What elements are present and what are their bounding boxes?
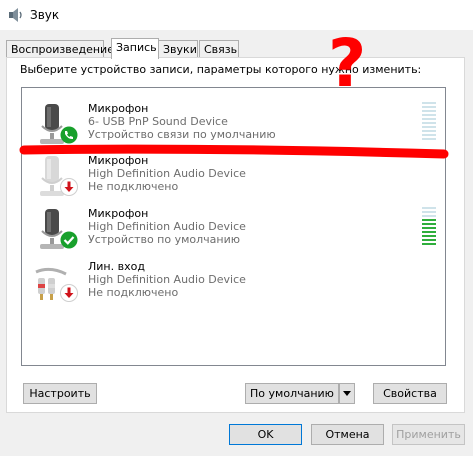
window-title: Звук bbox=[30, 8, 60, 22]
device-name: Микрофон bbox=[88, 154, 149, 167]
level-meter bbox=[422, 102, 436, 142]
device-name: Микрофон bbox=[88, 102, 149, 115]
tab-recording[interactable]: Запись bbox=[111, 38, 159, 59]
device-description: High Definition Audio Device bbox=[88, 167, 246, 180]
device-status: Устройство по умолчанию bbox=[88, 233, 241, 246]
down-arrow-badge-icon bbox=[60, 284, 78, 302]
apply-button[interactable]: Применить bbox=[392, 424, 465, 445]
device-description: High Definition Audio Device bbox=[88, 220, 246, 233]
set-default-button[interactable]: По умолчанию bbox=[245, 383, 339, 404]
device-name: Лин. вход bbox=[88, 260, 145, 273]
tab-communications[interactable]: Связь bbox=[199, 40, 239, 58]
cancel-button[interactable]: Отмена bbox=[311, 424, 384, 445]
tab-playback[interactable]: Воспроизведение bbox=[6, 40, 114, 58]
down-arrow-badge-icon bbox=[60, 178, 78, 196]
list-item[interactable]: Микрофон High Definition Audio Device Не… bbox=[22, 150, 445, 202]
title-bar: Звук bbox=[0, 0, 473, 30]
list-item[interactable]: Лин. вход High Definition Audio Device Н… bbox=[22, 256, 445, 308]
speaker-icon bbox=[9, 8, 22, 22]
phone-badge-icon bbox=[60, 126, 78, 144]
device-name: Микрофон bbox=[88, 207, 149, 220]
set-default-dropdown[interactable] bbox=[339, 383, 355, 404]
device-list[interactable]: Микрофон 6- USB PnP Sound Device Устройс… bbox=[21, 87, 446, 366]
chevron-down-icon bbox=[343, 391, 351, 396]
level-meter bbox=[422, 207, 436, 247]
ok-button[interactable]: OK bbox=[229, 424, 302, 445]
device-description: High Definition Audio Device bbox=[88, 273, 246, 286]
device-status: Не подключено bbox=[88, 180, 179, 193]
list-item[interactable]: Микрофон High Definition Audio Device Ус… bbox=[22, 203, 445, 255]
device-status: Не подключено bbox=[88, 286, 179, 299]
list-item[interactable]: Микрофон 6- USB PnP Sound Device Устройс… bbox=[22, 98, 445, 150]
device-description: 6- USB PnP Sound Device bbox=[88, 115, 228, 128]
check-badge-icon bbox=[60, 231, 78, 249]
instruction-text: Выберите устройство записи, параметры ко… bbox=[20, 63, 422, 76]
device-status: Устройство связи по умолчанию bbox=[88, 128, 276, 141]
tab-sounds[interactable]: Звуки bbox=[158, 40, 198, 58]
configure-button[interactable]: Настроить bbox=[23, 383, 97, 404]
properties-button[interactable]: Свойства bbox=[373, 383, 447, 404]
